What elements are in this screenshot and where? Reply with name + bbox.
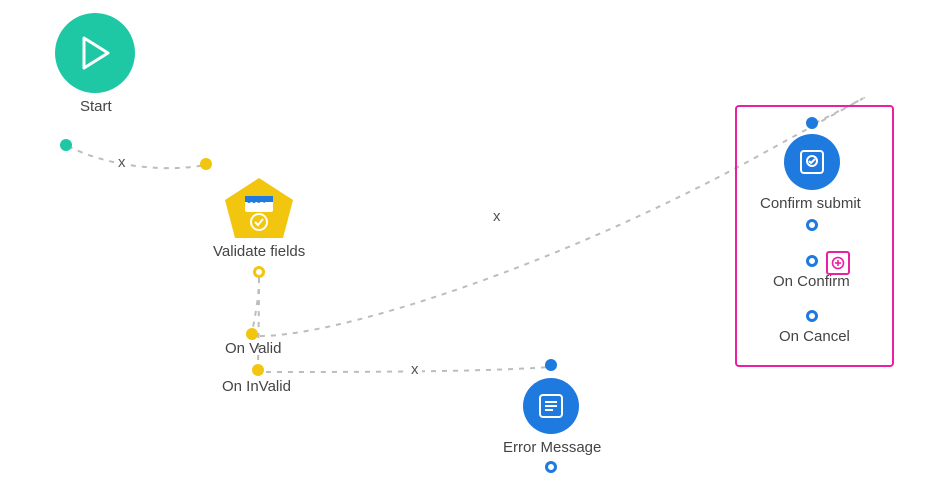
on-valid-label: On Valid — [225, 340, 281, 357]
confirm-submit-node[interactable] — [784, 134, 840, 190]
edge-marker-oninvalid-error[interactable]: x — [408, 361, 422, 378]
on-confirm-port[interactable] — [806, 255, 818, 267]
on-invalid-port[interactable] — [252, 364, 264, 376]
validate-badge-text: Joe I — [247, 197, 265, 205]
validate-out-port[interactable] — [253, 266, 265, 278]
validate-in-port[interactable] — [200, 158, 212, 170]
confirm-out-port[interactable] — [806, 219, 818, 231]
validate-shape — [225, 178, 293, 238]
confirm-label: Confirm submit — [760, 195, 861, 212]
on-invalid-label: On InValid — [222, 378, 291, 395]
message-icon — [537, 392, 565, 420]
error-in-port[interactable] — [545, 359, 557, 371]
edge-marker-onvalid-confirm[interactable]: x — [490, 208, 504, 225]
play-icon — [80, 36, 110, 70]
error-label: Error Message — [503, 439, 601, 456]
add-connection-button[interactable] — [826, 251, 850, 275]
on-valid-port[interactable] — [246, 328, 258, 340]
on-cancel-label: On Cancel — [779, 328, 850, 345]
start-node[interactable] — [55, 13, 135, 93]
validate-fields-node[interactable]: Joe I — [225, 178, 293, 236]
confirm-in-port[interactable] — [806, 117, 818, 129]
start-label: Start — [80, 98, 112, 115]
error-out-port[interactable] — [545, 461, 557, 473]
plus-icon — [831, 256, 845, 270]
on-cancel-port[interactable] — [806, 310, 818, 322]
on-confirm-label: On Confirm — [773, 273, 850, 290]
confirm-icon — [798, 148, 826, 176]
edge-marker-start-validate[interactable]: x — [115, 154, 129, 171]
flow-canvas[interactable]: .dash{stroke:#bdbdbd;stroke-width:2;stro… — [0, 0, 948, 500]
start-out-port[interactable] — [60, 139, 72, 151]
error-message-node[interactable] — [523, 378, 579, 434]
validate-label: Validate fields — [213, 243, 305, 260]
